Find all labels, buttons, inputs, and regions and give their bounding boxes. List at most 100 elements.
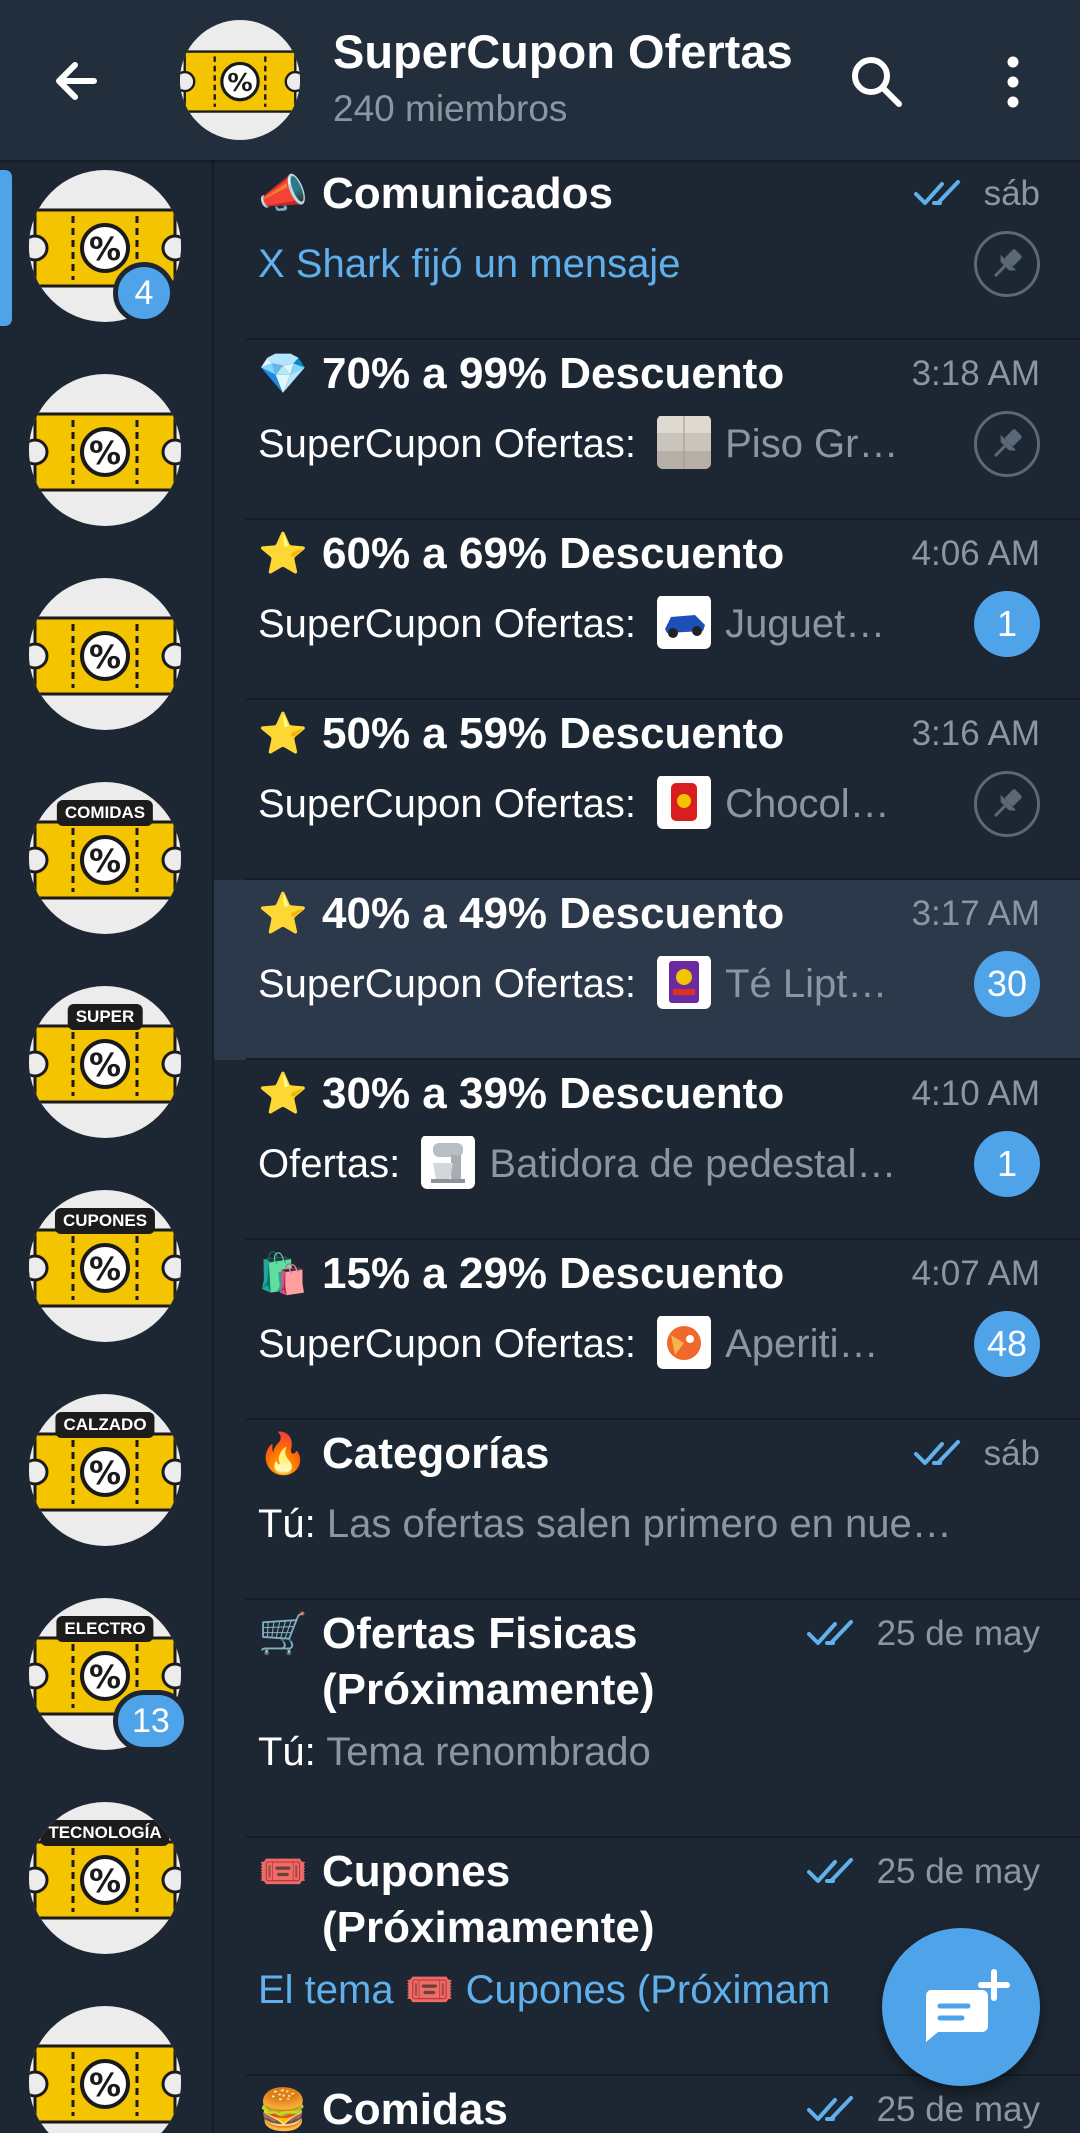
toy-car-thumbnail <box>657 596 712 650</box>
unread-count-badge: 30 <box>974 951 1040 1017</box>
pinned-indicator[interactable] <box>974 231 1040 297</box>
topic-emoji-icon: 🔥 <box>258 1432 308 1476</box>
svg-text:%: % <box>89 434 121 472</box>
message-text: Piso Gr… <box>725 422 899 466</box>
message-sender: Ofertas: <box>258 1142 401 1186</box>
topic-last-message: Tú: Tema renombrado <box>258 1724 651 1780</box>
topic-last-message: X Shark fijó un mensaje <box>258 236 680 292</box>
rail-topic-avatar[interactable]: % SUPER <box>29 986 181 1138</box>
topic-row[interactable]: 📣 Comunicados sáb X Shark fijó un mensaje <box>214 160 1080 340</box>
topic-last-message: SuperCupon Ofertas: Piso Gr… <box>258 416 898 473</box>
new-topic-button[interactable] <box>882 1928 1040 2086</box>
message-text: Batidora de pedestal… <box>489 1142 897 1186</box>
rail-topic-avatar[interactable]: % <box>29 578 181 730</box>
double-check-icon <box>806 1618 863 1648</box>
topic-title: Comidas <box>322 2085 508 2133</box>
tea-box-thumbnail <box>657 956 712 1010</box>
topic-title: 40% a 49% Descuento <box>322 889 785 938</box>
topic-title: 30% a 39% Descuento <box>322 1069 785 1118</box>
topic-timestamp: 25 de may <box>876 1614 1040 1653</box>
topic-row[interactable]: 🔥 Categorías sáb Tú: Las ofertas salen prim… <box>214 1420 1080 1600</box>
new-topic-icon <box>925 1969 1010 2042</box>
rail-topic-tag: CUPONES <box>54 1208 156 1234</box>
rail-topic-avatar[interactable]: % TECNOLOGÍA <box>29 1802 181 1954</box>
topic-title: Categorías <box>322 1429 550 1478</box>
rail-topic-avatar[interactable]: % CALZADO <box>29 1394 181 1546</box>
topic-last-message: SuperCupon Ofertas: Chocol… <box>258 776 890 833</box>
topic-row[interactable]: 💎 70% a 99% Descuento 3:18 AM SuperCupon Of… <box>214 340 1080 520</box>
rail-unread-badge: 13 <box>113 1690 189 1752</box>
double-check-icon <box>913 1438 970 1468</box>
unread-count-badge: 48 <box>974 1311 1040 1377</box>
chocolate-thumbnail <box>657 776 712 830</box>
topic-emoji-icon: ⭐ <box>258 1072 308 1116</box>
rail-unread-badge: 4 <box>113 262 175 324</box>
topic-row[interactable]: ⭐ 40% a 49% Descuento 3:17 AM SuperCupon Of… <box>214 880 1080 1060</box>
rail-topic-tag: CALZADO <box>55 1412 155 1438</box>
rail-topic-tag: COMIDAS <box>56 800 154 826</box>
topic-title: Cupones (Próximamente) <box>322 1847 655 1952</box>
message-text: 🎟️ Cupones (Próximam <box>404 1968 831 2012</box>
svg-text:%: % <box>89 842 121 880</box>
topic-timestamp: 4:06 AM <box>911 534 1040 573</box>
topic-emoji-icon: 🎟️ <box>258 1850 308 1894</box>
more-vertical-icon <box>1007 56 1019 108</box>
topic-last-message: Ofertas: Batidora de pedestal… <box>258 1136 896 1193</box>
back-button[interactable] <box>42 48 112 118</box>
topic-timestamp: sáb <box>983 1434 1040 1473</box>
search-button[interactable] <box>845 50 909 114</box>
topic-last-message: Tú: Las ofertas salen primero en nue… <box>258 1496 952 1552</box>
unread-count-badge: 1 <box>974 591 1040 657</box>
more-options-button[interactable] <box>990 50 1036 114</box>
topic-timestamp: 4:07 AM <box>911 1254 1040 1293</box>
rail-topic-tag: SUPER <box>67 1004 143 1030</box>
rail-topic-avatar[interactable]: % <box>29 374 181 526</box>
rail-topic-avatar[interactable]: % <box>29 2006 181 2133</box>
unread-count-badge: 1 <box>974 1131 1040 1197</box>
double-check-icon <box>913 178 970 208</box>
topic-emoji-icon: 🛒 <box>258 1612 308 1656</box>
message-sender: SuperCupon Ofertas: <box>258 782 636 826</box>
topic-title: Comunicados <box>322 169 613 218</box>
topic-row[interactable]: ⭐ 60% a 69% Descuento 4:06 AM SuperCupon Of… <box>214 520 1080 700</box>
rail-topic-tag: TECNOLOGÍA <box>40 1820 170 1846</box>
arrow-left-icon <box>56 62 97 100</box>
message-sender: SuperCupon Ofertas: <box>258 962 636 1006</box>
topic-row[interactable]: ⭐ 50% a 59% Descuento 3:16 AM SuperCupon Of… <box>214 700 1080 880</box>
snack-thumbnail <box>657 1316 712 1370</box>
topic-row[interactable]: ⭐ 30% a 39% Descuento 4:10 AM Ofertas: Bati… <box>214 1060 1080 1240</box>
topic-timestamp: 3:18 AM <box>911 354 1040 393</box>
rail-topic-avatar[interactable]: % COMIDAS <box>29 782 181 934</box>
topic-row[interactable]: 🛒 Ofertas Fisicas (Próximamente) 25 de may… <box>214 1600 1080 1838</box>
message-text: Las ofertas salen primero en nue… <box>326 1502 952 1546</box>
pinned-indicator[interactable] <box>974 411 1040 477</box>
rail-selection-indicator <box>0 170 12 326</box>
topic-title: 70% a 99% Descuento <box>322 349 785 398</box>
message-text: Tema renombrado <box>326 1730 651 1774</box>
topic-last-message: El tema 🎟️ Cupones (Próximam <box>258 1962 830 2018</box>
topic-timestamp: 4:10 AM <box>911 1074 1040 1113</box>
coupon-ticket-icon: % <box>29 412 181 492</box>
message-text: Té Lipt… <box>725 962 888 1006</box>
svg-text:%: % <box>89 2066 121 2104</box>
topic-title: Ofertas Fisicas (Próximamente) <box>322 1609 655 1714</box>
svg-text:%: % <box>89 1046 121 1084</box>
pinned-indicator[interactable] <box>974 771 1040 837</box>
group-avatar[interactable]: % <box>180 20 300 140</box>
pin-icon <box>993 789 1022 818</box>
message-sender: SuperCupon Ofertas: <box>258 1322 636 1366</box>
rail-topic-avatar[interactable]: % CUPONES <box>29 1190 181 1342</box>
message-text: Juguet… <box>725 602 886 646</box>
chat-title[interactable]: SuperCupon Ofertas <box>333 24 793 79</box>
topic-row[interactable]: 🛍️ 15% a 29% Descuento 4:07 AM SuperCupon O… <box>214 1240 1080 1420</box>
double-check-icon <box>806 1856 863 1886</box>
message-sender: Tú: <box>258 1730 316 1774</box>
pin-icon <box>993 429 1022 458</box>
message-sender: Tú: <box>258 1502 316 1546</box>
topic-timestamp: sáb <box>983 174 1040 213</box>
topic-emoji-icon: 🛍️ <box>258 1252 308 1296</box>
floor-tile-thumbnail <box>657 416 712 470</box>
topic-last-message: SuperCupon Ofertas: Aperiti… <box>258 1316 879 1373</box>
topic-emoji-icon: 🍔 <box>258 2088 308 2132</box>
topic-timestamp: 3:17 AM <box>911 894 1040 933</box>
